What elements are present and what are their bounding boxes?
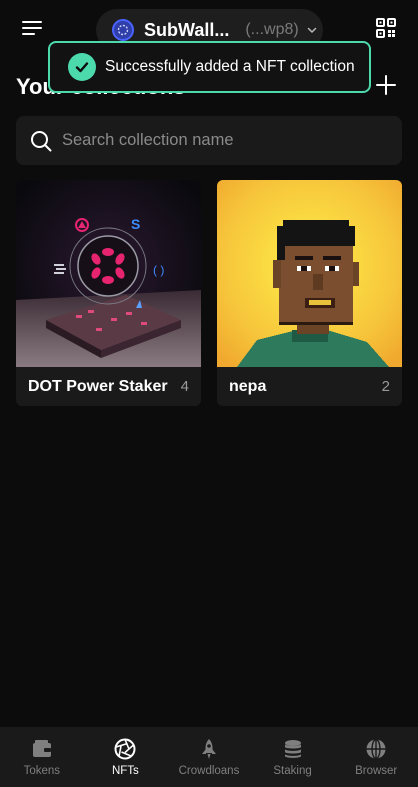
globe-icon [366,738,386,760]
nav-item-tokens[interactable]: Tokens [0,727,84,787]
database-icon [284,740,301,758]
collection-footer: nepa 2 [217,367,402,406]
bottom-nav: Tokens NFTs Crowdloans Staking Browser [0,727,418,787]
nav-item-browser[interactable]: Browser [334,727,418,787]
collection-card[interactable]: S ( ) DOT Power Staker 4 [16,180,201,406]
check-circle-icon [68,53,96,81]
collection-name: nepa [229,377,267,395]
account-name: SubWall... [144,19,230,40]
search-input[interactable] [62,131,382,150]
nav-item-staking[interactable]: Staking [251,727,335,787]
success-toast: Successfully added a NFT collection [48,41,371,93]
qr-code-icon[interactable] [376,18,396,38]
nav-label: Staking [273,765,312,777]
nav-label: Tokens [23,765,61,777]
svg-text:( ): ( ) [153,263,164,277]
collection-image [217,180,402,367]
collection-name: DOT Power Staker [28,377,168,395]
chevron-down-icon [307,27,316,33]
svg-text:S: S [131,216,140,232]
collection-card[interactable]: nepa 2 [217,180,402,406]
account-avatar [112,19,134,41]
nav-item-crowdloans[interactable]: Crowdloans [167,727,251,787]
collection-count: 2 [381,378,390,395]
nav-label: NFTs [111,765,139,777]
collection-image: S ( ) [16,180,201,367]
nav-label: Browser [355,765,398,777]
toast-message: Successfully added a NFT collection [105,58,355,75]
search-icon [31,130,52,151]
nav-label: Crowdloans [178,765,240,777]
aperture-icon [114,738,136,760]
search-bar [16,116,402,165]
rocket-icon [201,739,216,759]
account-address: (...wp8) [245,21,299,38]
nav-item-nfts[interactable]: NFTs [84,727,168,787]
collection-count: 4 [180,378,189,395]
collection-footer: DOT Power Staker 4 [16,367,201,406]
menu-icon[interactable] [22,19,44,37]
add-collection-button[interactable] [375,74,397,96]
wallet-icon [32,740,51,757]
